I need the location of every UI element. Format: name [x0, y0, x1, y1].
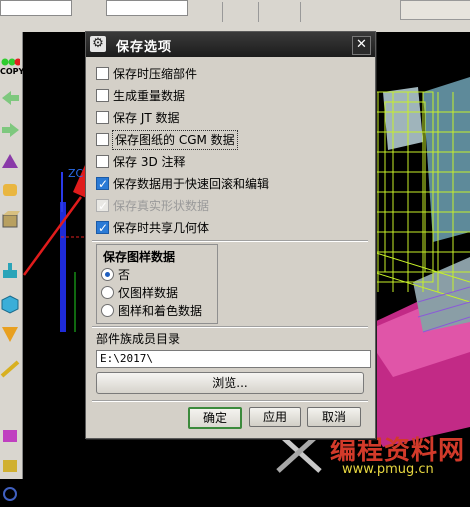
weight-data-checkbox[interactable]	[96, 89, 109, 102]
apply-button[interactable]: 应用	[249, 407, 301, 427]
pattern-only-radio[interactable]	[101, 286, 114, 299]
assembly-icon[interactable]	[0, 426, 20, 448]
sketch-icon[interactable]	[0, 260, 20, 282]
family-dir-input[interactable]: E:\2017\	[96, 350, 371, 368]
share-geometry-checkbox[interactable]	[96, 219, 109, 237]
browse-button[interactable]: 浏览...	[96, 372, 364, 394]
pattern-only-label: 仅图样数据	[118, 286, 179, 300]
pattern-shaded-radio[interactable]	[101, 304, 114, 317]
rollback-data-checkbox[interactable]	[96, 175, 109, 193]
true-shape-data-label: 保存真实形状数据	[113, 199, 210, 213]
close-button[interactable]: ✕	[352, 36, 371, 55]
pattern-group-title: 保存图样数据	[103, 250, 176, 264]
chain-icon[interactable]	[0, 484, 20, 506]
parts-icon[interactable]	[0, 456, 20, 478]
jt-data-checkbox[interactable]	[96, 111, 109, 124]
compress-part-label: 保存时压缩部件	[113, 67, 198, 81]
save-options-dialog: ⚙ 保存选项 ✕ 保存时压缩部件 生成重量数据 保存 JT 数据 保存图纸的 C…	[85, 31, 376, 439]
pencil-icon[interactable]	[0, 358, 20, 380]
gear-icon[interactable]: ⚙	[90, 36, 106, 52]
left-toolbar: COPY	[0, 32, 24, 501]
top-dropdown-1[interactable]	[0, 0, 72, 16]
weight-data-label: 生成重量数据	[113, 89, 186, 103]
arrow-left-icon[interactable]	[0, 88, 20, 110]
cgm-data-label: 保存图纸的 CGM 数据	[112, 130, 238, 150]
shield-icon[interactable]	[0, 324, 20, 346]
top-toolbar	[0, 0, 470, 33]
dialog-title: 保存选项	[116, 40, 173, 55]
divider	[92, 400, 368, 402]
pattern-data-group: 保存图样数据 否 仅图样数据 图样和着色数据	[96, 244, 218, 324]
cgm-data-checkbox[interactable]	[96, 133, 109, 146]
viewport-hint: ZC	[68, 167, 84, 180]
3d-annotation-label: 保存 3D 注释	[113, 155, 186, 169]
pattern-no-label: 否	[118, 268, 131, 282]
rollback-data-label: 保存数据用于快速回滚和编辑	[113, 177, 270, 191]
compress-part-checkbox[interactable]	[96, 67, 109, 80]
pattern-shaded-label: 图样和着色数据	[118, 304, 203, 318]
cancel-button[interactable]: 取消	[307, 407, 361, 427]
box-icon[interactable]	[0, 210, 20, 232]
copy-label: COPY	[0, 67, 25, 76]
arrow-right-icon[interactable]	[0, 120, 20, 142]
divider	[92, 240, 368, 242]
ok-button[interactable]: 确定	[188, 407, 242, 429]
true-shape-data-checkbox	[96, 197, 109, 215]
toolbar-separator	[258, 2, 259, 22]
divider	[92, 326, 368, 328]
shapes-icon[interactable]	[0, 150, 20, 172]
toolbar-separator	[222, 2, 223, 22]
3d-annotation-checkbox[interactable]	[96, 155, 109, 168]
toolbar-separator	[300, 2, 301, 22]
family-dir-label: 部件族成员目录	[96, 332, 181, 346]
top-right-panel	[400, 0, 470, 20]
share-geometry-label: 保存时共享几何体	[113, 221, 210, 235]
traffic-light-icon[interactable]: COPY	[0, 56, 24, 78]
watermark-url: www.pmug.cn	[342, 462, 434, 477]
pattern-no-radio[interactable]	[101, 268, 114, 281]
jt-data-label: 保存 JT 数据	[113, 111, 180, 125]
dialog-titlebar[interactable]: ⚙ 保存选项 ✕	[86, 32, 375, 57]
top-dropdown-2[interactable]	[106, 0, 188, 16]
cube-icon[interactable]	[0, 294, 20, 316]
hand-icon[interactable]	[0, 180, 20, 202]
